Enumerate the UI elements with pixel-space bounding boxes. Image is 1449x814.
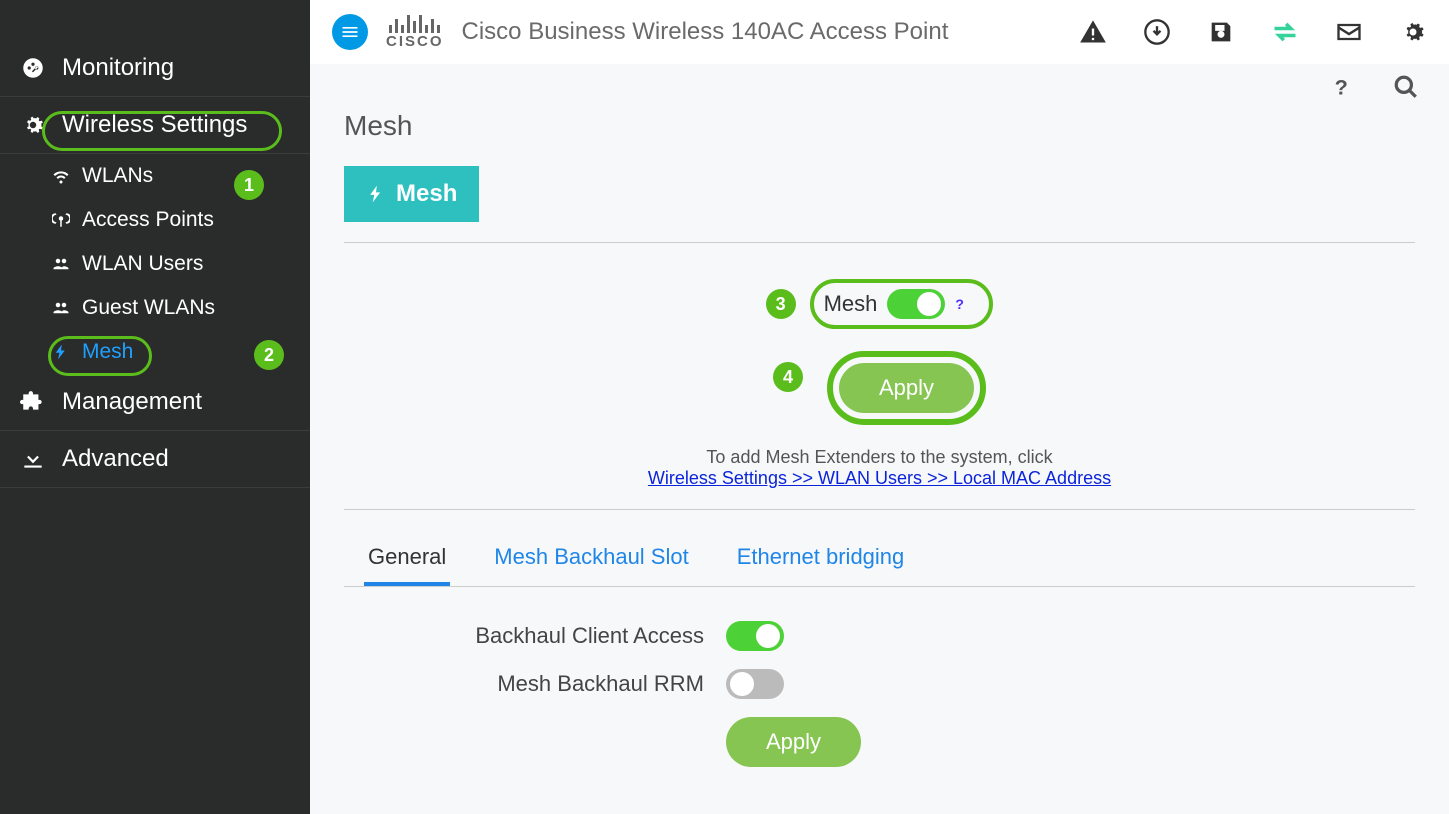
step-badge-3: 3 <box>766 289 796 319</box>
step-badge-2: 2 <box>254 340 284 370</box>
toggle-backhaul-rrm[interactable] <box>726 669 784 699</box>
mesh-tab-label: Mesh <box>396 180 457 208</box>
mail-icon[interactable] <box>1335 18 1363 46</box>
logo-text: CISCO <box>386 33 444 50</box>
mesh-toggle[interactable] <box>887 289 945 319</box>
divider <box>344 509 1415 510</box>
sub-tabs: General Mesh Backhaul Slot Ethernet brid… <box>344 536 1415 587</box>
sidebar-sub-label: WLAN Users <box>82 252 203 276</box>
highlight-ring-3: Mesh ? <box>810 279 994 329</box>
cisco-logo: CISCO <box>386 15 444 50</box>
hint-text: To add Mesh Extenders to the system, cli… <box>706 447 1052 467</box>
search-icon[interactable] <box>1393 74 1419 100</box>
highlight-ring-1 <box>42 111 282 151</box>
sidebar-sub-label: Access Points <box>82 208 214 232</box>
apply-button-top[interactable]: Apply <box>839 363 974 413</box>
download-icon <box>18 446 48 472</box>
apply-button-bottom[interactable]: Apply <box>726 717 861 767</box>
hint-link[interactable]: Wireless Settings >> WLAN Users >> Local… <box>648 468 1111 488</box>
step-badge-4: 4 <box>773 362 803 392</box>
sidebar-label: Management <box>62 388 202 416</box>
download-circle-icon[interactable] <box>1143 18 1171 46</box>
sidebar-label: Monitoring <box>62 54 174 82</box>
mesh-toggle-row: 3 Mesh ? <box>344 279 1415 329</box>
menu-toggle-button[interactable] <box>332 14 368 50</box>
row-mesh-backhaul-rrm: Mesh Backhaul RRM <box>344 669 1415 699</box>
bolt-icon <box>366 184 386 204</box>
highlight-ring-4: Apply <box>827 351 986 425</box>
tab-general[interactable]: General <box>364 536 450 586</box>
label-backhaul-rrm: Mesh Backhaul RRM <box>344 671 704 697</box>
sidebar-sub-access-points[interactable]: Access Points <box>0 198 310 242</box>
page-content: Mesh Mesh 3 Mesh ? 4 Apply To add Mesh E… <box>310 110 1449 814</box>
sidebar-item-monitoring[interactable]: Monitoring <box>0 40 310 97</box>
divider <box>344 242 1415 243</box>
mesh-toggle-label: Mesh <box>824 291 878 317</box>
tab-ethernet-bridging[interactable]: Ethernet bridging <box>733 536 909 586</box>
product-title: Cisco Business Wireless 140AC Access Poi… <box>462 18 949 46</box>
sidebar-item-management[interactable]: Management <box>0 374 310 431</box>
tab-backhaul-slot[interactable]: Mesh Backhaul Slot <box>490 536 692 586</box>
sidebar-sub-guest-wlans[interactable]: Guest WLANs <box>0 286 310 330</box>
antenna-icon <box>52 211 70 229</box>
sync-icon[interactable] <box>1271 18 1299 46</box>
sub-toolbar: ? <box>310 64 1449 110</box>
users-icon <box>52 299 70 317</box>
wifi-icon <box>52 167 70 185</box>
step-badge-1: 1 <box>234 170 264 200</box>
highlight-ring-2 <box>48 336 152 376</box>
users-icon <box>52 255 70 273</box>
help-tooltip-icon[interactable]: ? <box>955 296 971 312</box>
dashboard-icon <box>18 55 48 81</box>
topbar: CISCO Cisco Business Wireless 140AC Acce… <box>310 0 1449 64</box>
sidebar-sub-label: Guest WLANs <box>82 296 215 320</box>
save-icon[interactable] <box>1207 18 1235 46</box>
sidebar: Monitoring Wireless Settings WLANs 1 Acc… <box>0 0 310 814</box>
apply-row-top: 4 Apply <box>344 329 1415 425</box>
sidebar-sub-wlans[interactable]: WLANs <box>0 154 310 198</box>
sidebar-item-advanced[interactable]: Advanced <box>0 431 310 488</box>
apply-row-bottom: Apply <box>344 717 1415 767</box>
page-title: Mesh <box>344 110 1415 142</box>
sidebar-sub-wlan-users[interactable]: WLAN Users <box>0 242 310 286</box>
mesh-extender-hint: To add Mesh Extenders to the system, cli… <box>344 447 1415 489</box>
toggle-backhaul-client[interactable] <box>726 621 784 651</box>
row-backhaul-client-access: Backhaul Client Access <box>344 621 1415 651</box>
topbar-icons <box>1079 18 1427 46</box>
puzzle-icon <box>18 389 48 415</box>
help-icon[interactable]: ? <box>1327 74 1353 100</box>
warning-icon[interactable] <box>1079 18 1107 46</box>
mesh-tab-button[interactable]: Mesh <box>344 166 479 222</box>
sidebar-label: Advanced <box>62 445 169 473</box>
label-backhaul-client: Backhaul Client Access <box>344 623 704 649</box>
settings-icon[interactable] <box>1399 18 1427 46</box>
sidebar-sub-label: WLANs <box>82 164 153 188</box>
main-area: CISCO Cisco Business Wireless 140AC Acce… <box>310 0 1449 814</box>
svg-text:?: ? <box>1335 75 1348 100</box>
